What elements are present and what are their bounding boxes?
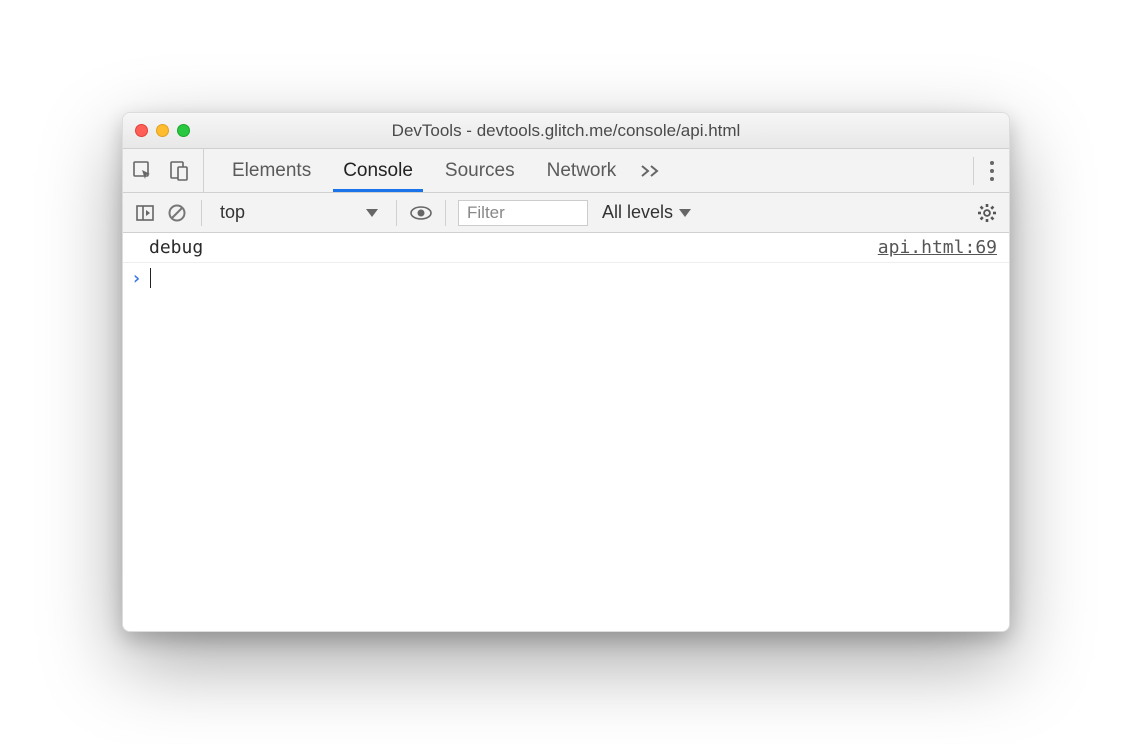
window-minimize-button[interactable] — [156, 124, 169, 137]
console-sidebar-toggle-icon[interactable] — [133, 201, 157, 225]
log-entry: debug api.html:69 — [123, 233, 1009, 263]
window-close-button[interactable] — [135, 124, 148, 137]
panel-tabs: Elements Console Sources Network — [204, 149, 670, 192]
log-message: debug — [149, 237, 203, 258]
tab-console[interactable]: Console — [327, 149, 429, 192]
log-source-link[interactable]: api.html:69 — [878, 237, 997, 258]
chevron-down-icon — [366, 209, 378, 217]
level-label: All levels — [602, 202, 673, 223]
traffic-lights — [123, 124, 190, 137]
clear-console-icon[interactable] — [165, 201, 189, 225]
window-title: DevTools - devtools.glitch.me/console/ap… — [392, 121, 741, 141]
cursor — [150, 268, 151, 288]
separator — [201, 200, 202, 226]
window-maximize-button[interactable] — [177, 124, 190, 137]
separator — [445, 200, 446, 226]
tab-elements[interactable]: Elements — [216, 149, 327, 192]
context-label: top — [220, 202, 245, 223]
filter-input[interactable] — [458, 200, 588, 226]
tabbar-right — [973, 149, 1001, 192]
chevron-down-icon — [679, 209, 691, 217]
tabbar-left-tools — [131, 149, 204, 192]
tabbar: Elements Console Sources Network — [123, 149, 1009, 193]
devtools-window: DevTools - devtools.glitch.me/console/ap… — [122, 112, 1010, 632]
tab-sources[interactable]: Sources — [429, 149, 531, 192]
console-toolbar: top All levels — [123, 193, 1009, 233]
device-toggle-icon[interactable] — [167, 159, 191, 183]
tab-network[interactable]: Network — [531, 149, 633, 192]
inspect-element-icon[interactable] — [131, 159, 155, 183]
menu-icon[interactable] — [973, 157, 993, 185]
titlebar: DevTools - devtools.glitch.me/console/ap… — [123, 113, 1009, 149]
live-expression-icon[interactable] — [409, 201, 433, 225]
prompt-chevron-icon: › — [131, 268, 150, 289]
execution-context-select[interactable]: top — [214, 202, 384, 223]
more-tabs-icon[interactable] — [632, 149, 670, 192]
console-settings-icon[interactable] — [975, 201, 999, 225]
console-output[interactable]: debug api.html:69 › — [123, 233, 1009, 631]
console-prompt[interactable]: › — [123, 263, 1009, 293]
separator — [396, 200, 397, 226]
log-level-select[interactable]: All levels — [596, 202, 697, 223]
